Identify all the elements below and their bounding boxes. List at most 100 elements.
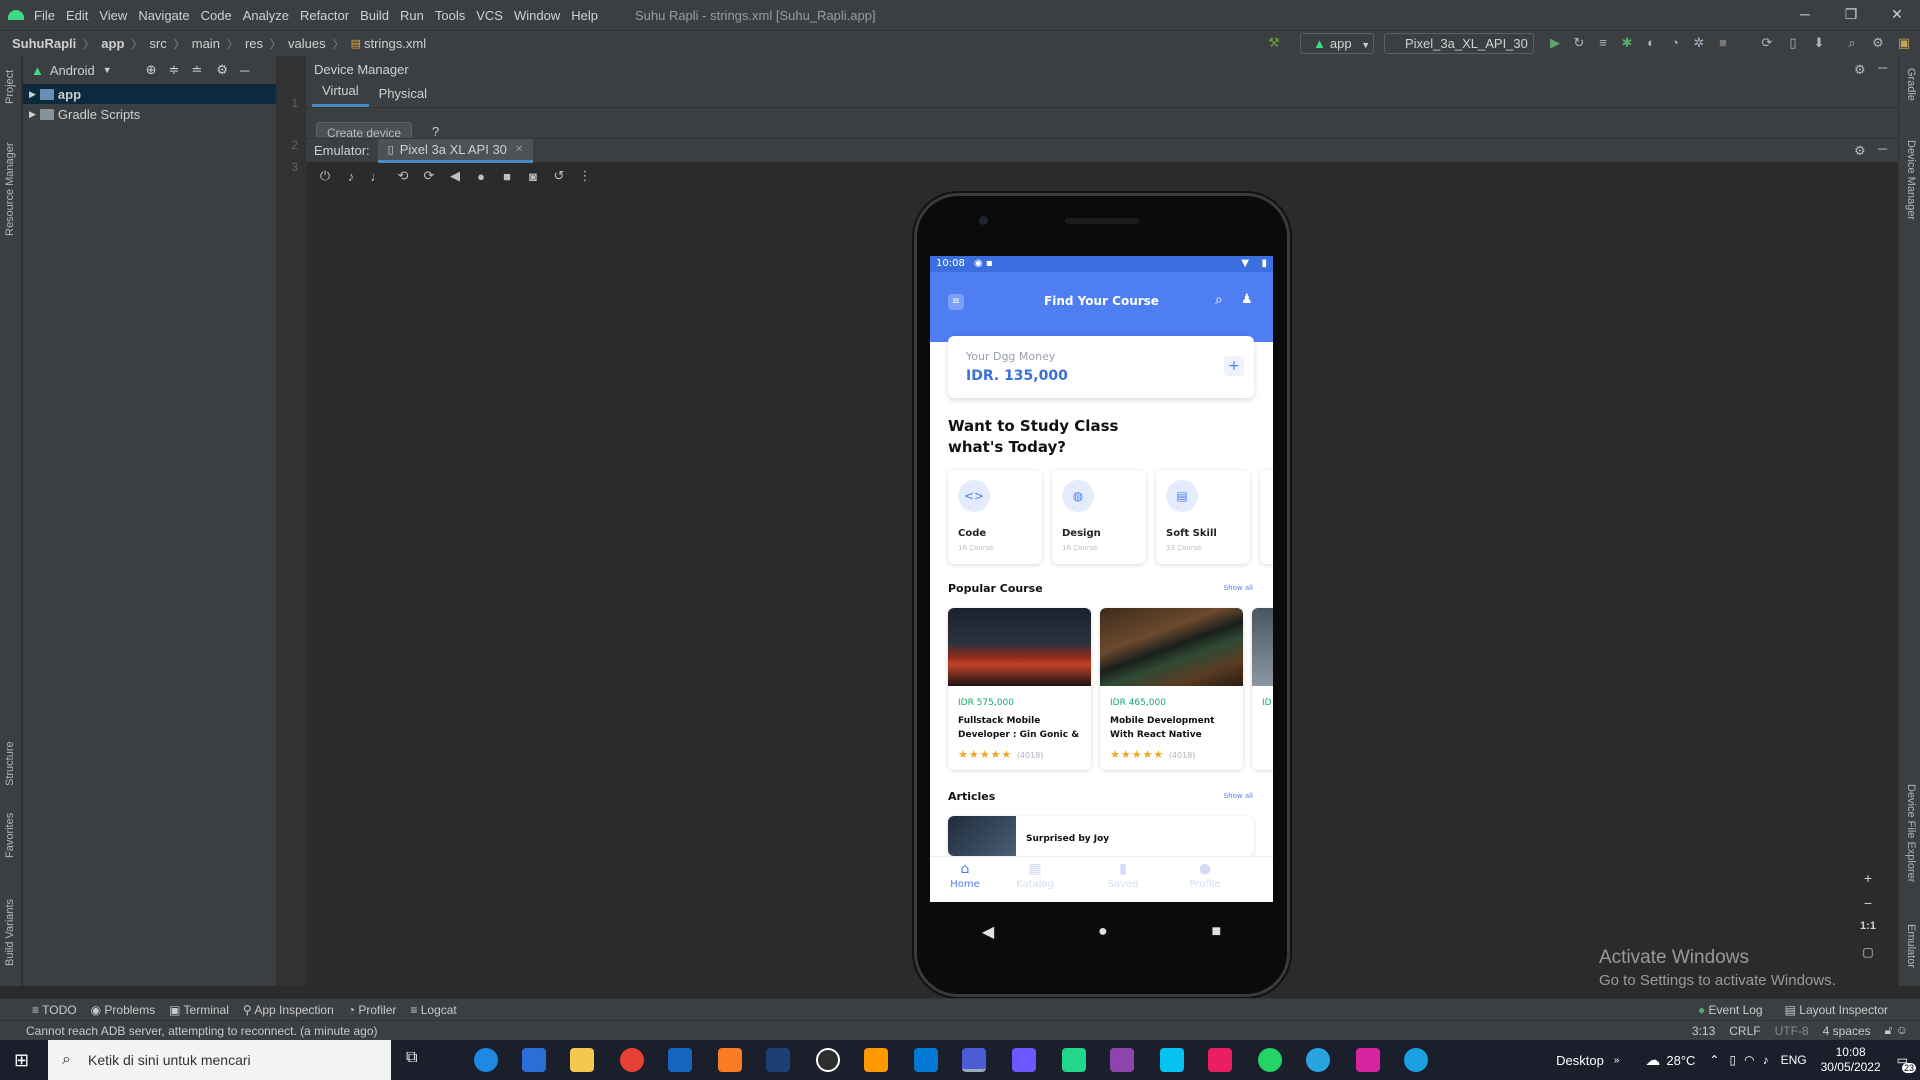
breadcrumb-app[interactable]: app — [101, 36, 124, 51]
search-icon[interactable]: ⌕ — [1840, 35, 1864, 51]
breadcrumb-file[interactable]: strings.xml — [364, 36, 426, 51]
more-icon[interactable]: ⋮ — [572, 168, 598, 184]
menu-file[interactable]: File — [34, 8, 55, 23]
chevron-down-icon[interactable]: ▼ — [103, 65, 112, 75]
emulator-device-tab[interactable]: ▯ Pixel 3a XL API 30 ✕ — [377, 138, 534, 163]
menu-window[interactable]: Window — [514, 8, 560, 23]
android-studio-icon[interactable] — [962, 1048, 986, 1072]
goland-icon[interactable] — [1110, 1048, 1134, 1072]
project-view-select[interactable]: Android — [50, 63, 95, 78]
category-card-code[interactable]: <> Code 16 Course — [948, 470, 1042, 564]
mail-icon[interactable] — [668, 1048, 692, 1072]
settings-icon[interactable]: ⚙ — [1866, 35, 1890, 51]
home-icon[interactable]: ● — [468, 169, 494, 184]
weather-icon[interactable]: ☁ — [1645, 1051, 1660, 1069]
build-variants-tool-tab[interactable]: Build Variants — [4, 899, 16, 966]
camera-icon[interactable]: ◙ — [520, 169, 546, 184]
volume-icon[interactable]: ♪ — [1763, 1053, 1769, 1067]
menu-refactor[interactable]: Refactor — [300, 8, 349, 23]
zoom-out-icon[interactable]: − — [1864, 895, 1872, 920]
popular-show-all-link[interactable]: Show all — [1224, 584, 1253, 592]
instagram-icon[interactable] — [1356, 1048, 1380, 1072]
status-message[interactable]: Cannot reach ADB server, attempting to r… — [26, 1024, 378, 1038]
rotate-right-icon[interactable]: ⟳ — [416, 168, 442, 184]
tab-physical[interactable]: Physical — [369, 86, 437, 107]
vpn-icon[interactable] — [766, 1048, 790, 1072]
phone-screen[interactable]: 10:08 ◉ ▪ ▼ ▮ ≡ Find Your Course ⌕ ♟ You… — [930, 256, 1273, 902]
home-icon[interactable]: ● — [1098, 923, 1108, 941]
menu-vcs[interactable]: VCS — [476, 8, 503, 23]
terminal-tool-tab[interactable]: ▣ Terminal — [169, 1003, 229, 1017]
profiler-tool-tab[interactable]: ◔ Profiler — [348, 1003, 397, 1017]
hide-icon[interactable]: ─ — [1878, 60, 1887, 75]
money-card[interactable]: Your Dgg Money IDR. 135,000 + — [948, 336, 1254, 398]
hide-icon[interactable]: ─ — [1878, 141, 1887, 156]
gear-icon[interactable]: ⚙ — [216, 62, 228, 78]
course-card-fullstack[interactable]: IDR 575,000 Fullstack Mobile Developer :… — [948, 608, 1091, 770]
chevron-right-icon[interactable]: » — [1614, 1055, 1620, 1066]
menu-code[interactable]: Code — [201, 8, 232, 23]
tree-item-gradle-scripts[interactable]: ▶ Gradle Scripts — [23, 104, 276, 124]
zoom-fit-icon[interactable]: ▢ — [1862, 945, 1873, 970]
device-manager-icon[interactable]: ▯ — [1781, 35, 1805, 51]
event-log-tool-tab[interactable]: ● Event Log — [1698, 1003, 1763, 1017]
menu-view[interactable]: View — [99, 8, 127, 23]
vscode-icon[interactable] — [914, 1048, 938, 1072]
article-card[interactable]: Surprised by Joy — [948, 816, 1254, 856]
xampp-icon[interactable] — [718, 1048, 742, 1072]
language-indicator[interactable]: ENG — [1781, 1053, 1807, 1067]
menu-navigate[interactable]: Navigate — [138, 8, 189, 23]
overview-icon[interactable]: ■ — [494, 169, 520, 184]
wifi-icon[interactable]: ◠ — [1744, 1053, 1754, 1067]
course-card-react-native[interactable]: IDR 465,000 Mobile Development With Reac… — [1100, 608, 1243, 770]
windows-start-icon[interactable]: ⊞ — [14, 1050, 29, 1071]
apply-changes-icon[interactable]: ≡ — [1591, 35, 1615, 50]
coverage-icon[interactable]: ◐ — [1639, 35, 1663, 50]
file-encoding[interactable]: UTF-8 — [1775, 1024, 1809, 1038]
gear-icon[interactable]: ⚙ — [1854, 62, 1866, 78]
resource-manager-tool-tab[interactable]: Resource Manager — [4, 142, 16, 236]
sdk-manager-icon[interactable]: ⬇ — [1807, 35, 1831, 51]
attach-debugger-icon[interactable]: ✲ — [1687, 35, 1711, 51]
cursor-position[interactable]: 3:13 — [1692, 1024, 1715, 1038]
chevron-right-icon[interactable]: ▶ — [29, 109, 36, 120]
nav-home[interactable]: ⌂ Home — [930, 861, 1000, 890]
intellij-icon[interactable] — [1012, 1048, 1036, 1072]
device-manager-tool-tab[interactable]: Device Manager — [1905, 140, 1917, 220]
chevron-right-icon[interactable]: ▶ — [29, 89, 36, 100]
rotate-left-icon[interactable]: ⟲ — [390, 168, 416, 184]
articles-show-all-link[interactable]: Show all — [1224, 792, 1253, 800]
zoom-in-icon[interactable]: + — [1864, 870, 1872, 895]
maximize-icon[interactable]: ❐ — [1828, 0, 1874, 30]
menu-run[interactable]: Run — [400, 8, 424, 23]
notification-center-icon[interactable]: ▭ 23 — [1897, 1053, 1916, 1073]
chevron-up-icon[interactable]: ⌃ — [1709, 1053, 1719, 1067]
breadcrumb-res[interactable]: res — [245, 36, 263, 51]
device-file-explorer-tool-tab[interactable]: Device File Explorer — [1905, 784, 1917, 882]
volume-up-icon[interactable]: ♪ — [338, 169, 364, 184]
sync-gradle-icon[interactable]: ⟳ — [1755, 35, 1779, 51]
problems-tool-tab[interactable]: ◉ Problems — [91, 1003, 156, 1017]
hammer-icon[interactable]: ⚒ — [1262, 35, 1286, 51]
collapse-all-icon[interactable]: ≐ — [191, 62, 202, 78]
menu-help[interactable]: Help — [571, 8, 598, 23]
structure-tool-tab[interactable]: Structure — [4, 741, 16, 786]
debug-icon[interactable]: ✱ — [1615, 35, 1639, 51]
minimize-icon[interactable]: ─ — [1782, 0, 1828, 30]
emulator-tool-tab[interactable]: Emulator — [1905, 924, 1917, 968]
chrome-icon[interactable] — [620, 1048, 644, 1072]
power-icon[interactable]: ⏻ — [312, 168, 338, 184]
app-icon[interactable] — [816, 1048, 840, 1072]
app-inspection-tool-tab[interactable]: ⚲ App Inspection — [243, 1003, 334, 1017]
course-card-partial[interactable]: ID — [1252, 608, 1273, 770]
zoom-actual-size-button[interactable]: 1:1 — [1860, 920, 1876, 945]
project-tool-tab[interactable]: Project — [4, 70, 16, 104]
back-icon[interactable]: ◀ — [982, 922, 994, 942]
nav-katalog[interactable]: ▦ Katalog — [1000, 861, 1070, 890]
gradle-tool-tab[interactable]: Gradle — [1905, 68, 1917, 101]
taskbar-search-box[interactable]: ⌕ Ketik di sini untuk mencari — [48, 1040, 391, 1080]
telegram-icon[interactable] — [1306, 1048, 1330, 1072]
stop-icon[interactable]: ■ — [1711, 35, 1735, 50]
category-card-partial[interactable] — [1260, 470, 1273, 564]
project-icon[interactable]: ▣ — [1892, 35, 1916, 51]
